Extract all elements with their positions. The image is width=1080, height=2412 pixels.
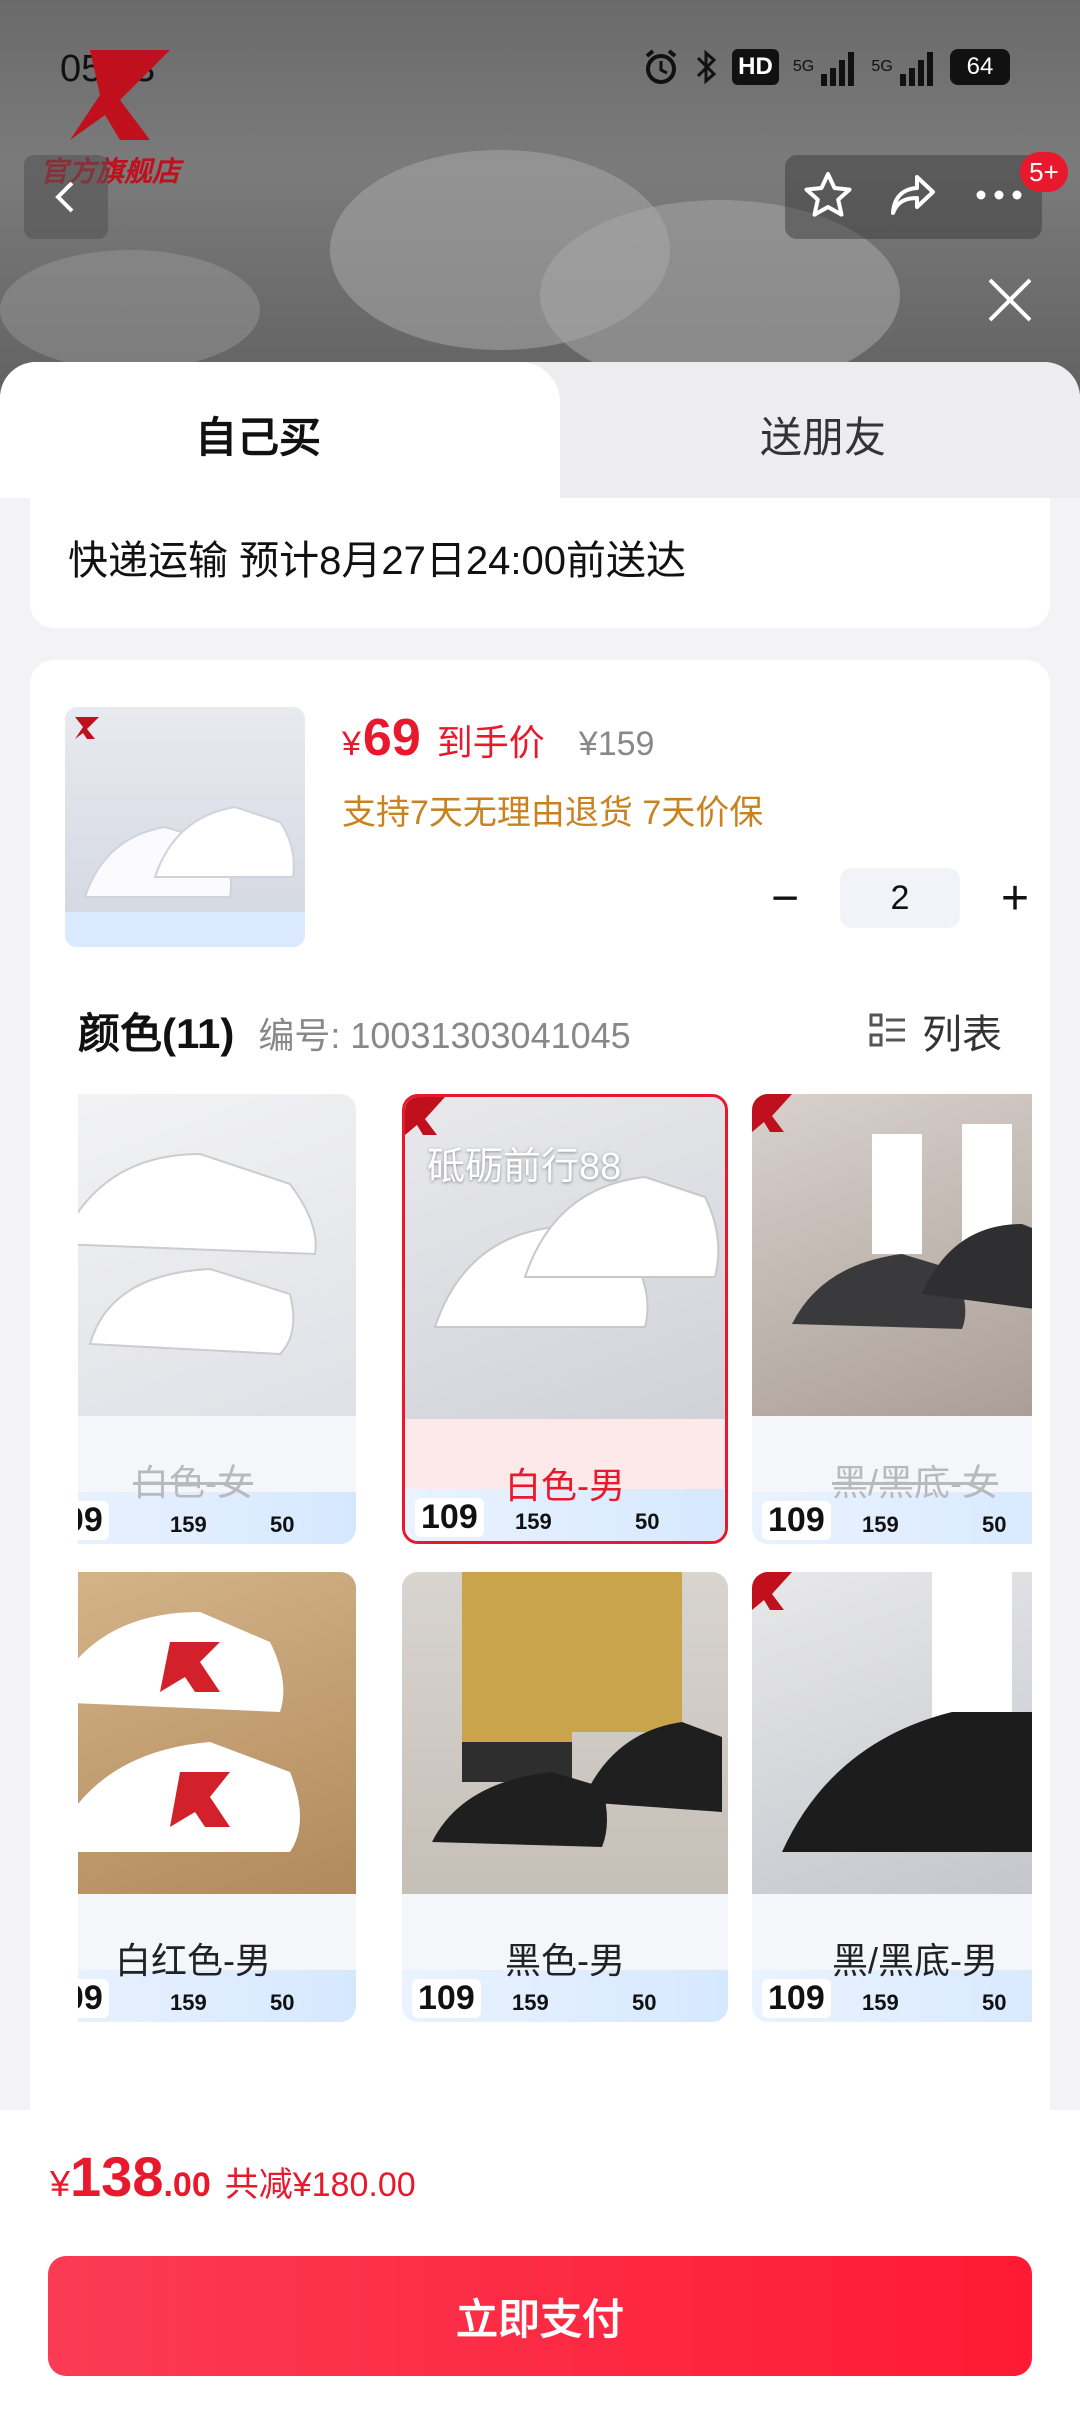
final-price: 69 xyxy=(362,709,421,767)
pay-now-button[interactable]: 立即支付 xyxy=(48,2256,1032,2376)
list-icon xyxy=(869,1013,905,1047)
signal-icon: 5G xyxy=(793,48,858,86)
purchase-sheet: 自己买 送朋友 快递运输 预计8月27日24:00前送达 ¥ 69 到手价 ¥1… xyxy=(0,362,1080,2412)
list-view-label: 列表 xyxy=(922,1013,1002,1057)
close-button[interactable] xyxy=(980,270,1040,330)
variant-black-black-male[interactable]: 109 159 50 黑/黑底-男 xyxy=(752,1572,1032,2022)
variant-black-female[interactable]: 109 159 50 黑/黑底-女 xyxy=(752,1094,1032,1544)
variant-white-male[interactable]: 砥砺前行88 109 159 50 白色-男 xyxy=(402,1094,728,1544)
favorite-button[interactable] xyxy=(802,169,854,226)
variant-white-red-male[interactable]: 109 159 50 白红色-男 xyxy=(78,1572,356,2022)
decrease-button[interactable]: − xyxy=(750,868,820,928)
price-symbol: ¥ xyxy=(342,725,361,763)
list-view-toggle[interactable]: 列表 xyxy=(868,1002,1002,1060)
tab-self-buy[interactable]: 自己买 xyxy=(0,362,560,498)
total-symbol: ¥ xyxy=(50,2163,71,2204)
battery-icon: 64 xyxy=(950,49,1010,85)
bluetooth-icon xyxy=(694,48,718,86)
color-title: 颜色(11) xyxy=(78,1010,235,1057)
alarm-icon xyxy=(642,48,680,86)
tab-gift[interactable]: 送朋友 xyxy=(760,404,886,465)
increase-button[interactable]: + xyxy=(980,868,1050,928)
total-amount: 138 xyxy=(70,2145,164,2208)
total-discount: 共减¥180.00 xyxy=(224,2166,416,2204)
close-icon xyxy=(988,278,1032,322)
color-header: 颜色(11) 编号: 10031303041045 xyxy=(78,1000,631,1061)
variant-image xyxy=(78,1094,356,1416)
variant-label: 白色-男 xyxy=(505,1465,625,1506)
variant-label: 白红色-男 xyxy=(115,1940,271,1981)
variant-black-male[interactable]: 109 159 50 黑色-男 xyxy=(402,1572,728,2022)
color-variant-grid: 109 159 50 白色-女 砥砺前行88 109 159 50 xyxy=(78,1094,1032,2054)
final-price-tag: 到手价 xyxy=(436,722,545,763)
share-button[interactable] xyxy=(887,169,939,226)
quantity-value[interactable]: 2 xyxy=(840,868,960,928)
order-total: ¥ 138 .00 共减¥180.00 xyxy=(50,2144,416,2209)
back-button[interactable] xyxy=(24,155,108,239)
more-button[interactable] xyxy=(973,185,1025,210)
signal-icon-2: 5G xyxy=(871,48,936,86)
product-card: ¥ 69 到手价 ¥159 支持7天无理由退货 7天价保 − 2 + 颜色(11… xyxy=(30,660,1050,2160)
purchase-tabs: 自己买 送朋友 xyxy=(0,362,1080,498)
variant-image xyxy=(752,1094,1032,1416)
variant-label: 黑色-男 xyxy=(505,1940,625,1981)
service-promise: 支持7天无理由退货 7天价保 xyxy=(342,794,764,832)
product-thumbnail[interactable] xyxy=(65,707,305,947)
share-icon xyxy=(891,174,936,215)
notification-badge: 5+ xyxy=(1020,152,1068,192)
variant-image xyxy=(78,1572,356,1894)
quantity-stepper: − 2 + xyxy=(750,868,1050,928)
hd-icon: HD xyxy=(732,49,779,85)
app-root: 05:03 HD 5G 5G 64 官方旗舰店 xyxy=(0,0,1080,2412)
status-icons: HD 5G 5G 64 xyxy=(642,48,1010,86)
chevron-left-icon xyxy=(55,181,74,213)
variant-label: 白色-女 xyxy=(133,1462,253,1503)
more-icon xyxy=(976,190,1022,199)
variant-label: 黑/黑底-男 xyxy=(832,1940,998,1981)
original-price: ¥159 xyxy=(578,725,655,763)
delivery-estimate: 快递运输 预计8月27日24:00前送达 xyxy=(68,539,686,583)
variant-label: 黑/黑底-女 xyxy=(832,1462,998,1503)
checkout-bar: ¥ 138 .00 共减¥180.00 立即支付 xyxy=(0,2110,1080,2412)
star-icon xyxy=(804,171,852,217)
product-code: 编号: 10031303041045 xyxy=(258,1015,631,1056)
header-actions xyxy=(785,155,1042,239)
delivery-card: 快递运输 预计8月27日24:00前送达 xyxy=(30,498,1050,628)
variant-image xyxy=(402,1572,728,1894)
variant-overlay-text: 砥砺前行88 xyxy=(427,1146,622,1188)
variant-white-female[interactable]: 109 159 50 白色-女 xyxy=(78,1094,356,1544)
variant-image xyxy=(752,1572,1032,1894)
tab-self-buy-label: 自己买 xyxy=(195,414,322,461)
total-decimal: .00 xyxy=(163,2166,211,2204)
price-row: ¥ 69 到手价 ¥159 xyxy=(342,708,654,768)
